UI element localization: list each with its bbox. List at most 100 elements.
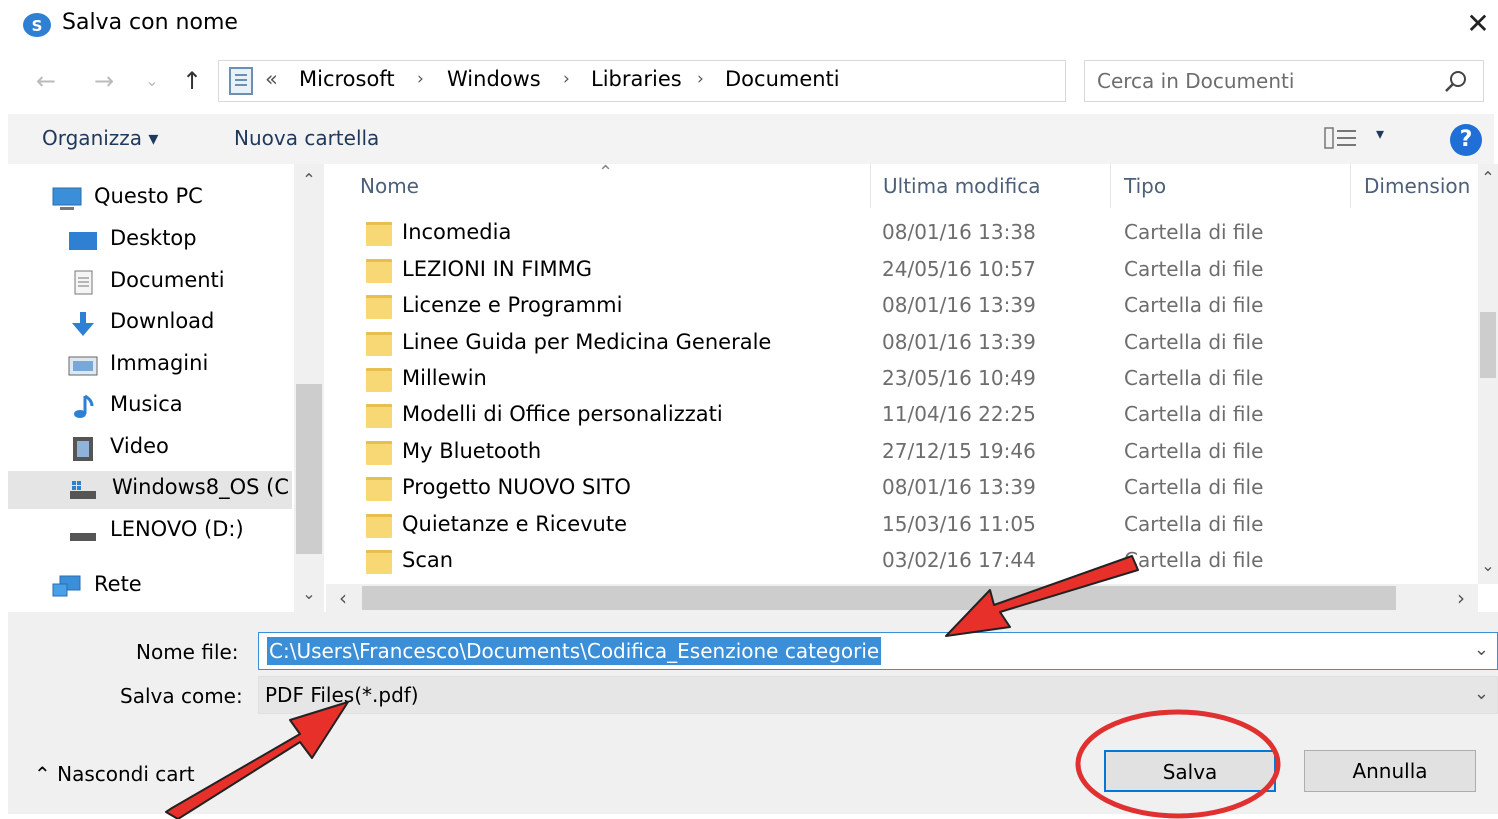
scroll-right-icon[interactable]: ›	[1448, 586, 1474, 610]
file-row[interactable]: Incomedia 08/01/16 13:38 Cartella di file	[326, 216, 1478, 252]
sidebar-item-label: Rete	[94, 572, 142, 596]
chevron-down-icon[interactable]: ⌄	[1474, 639, 1489, 660]
window-title: Salva con nome	[62, 10, 238, 35]
file-modified: 15/03/16 11:05	[882, 512, 1036, 536]
file-modified: 03/02/16 17:44	[882, 548, 1036, 572]
scroll-down-icon[interactable]: ⌄	[296, 584, 322, 603]
column-divider[interactable]	[870, 164, 871, 208]
horizontal-scroll-thumb[interactable]	[362, 586, 1396, 610]
column-header-size[interactable]: Dimension	[1364, 174, 1470, 198]
sidebar-item-windows8-os[interactable]: Windows8_OS (C	[8, 471, 292, 509]
column-divider[interactable]	[1350, 164, 1351, 208]
sidebar-item-immagini[interactable]: Immagini	[68, 347, 292, 385]
file-modified: 08/01/16 13:39	[882, 475, 1036, 499]
filename-label: Nome file:	[136, 640, 239, 664]
forward-button[interactable]: →	[88, 64, 120, 98]
filename-input[interactable]: C:\Users\Francesco\Documents\Codifica_Es…	[267, 637, 882, 665]
file-row[interactable]: Scan 03/02/16 17:44 Cartella di file	[326, 544, 1478, 580]
breadcrumb-overflow[interactable]: «	[265, 67, 278, 91]
folder-icon	[366, 259, 392, 283]
sidebar-item-label: Windows8_OS (C	[112, 475, 289, 499]
scroll-down-icon[interactable]: ⌄	[1475, 556, 1498, 575]
file-type: Cartella di file	[1124, 439, 1264, 463]
organize-button[interactable]: Organizza ▾	[42, 126, 158, 150]
drive-c-icon	[70, 481, 96, 499]
file-modified: 08/01/16 13:39	[882, 293, 1036, 317]
column-header-type[interactable]: Tipo	[1124, 174, 1166, 198]
sidebar-item-questo-pc[interactable]: Questo PC	[52, 180, 292, 218]
sidebar-scroll-thumb[interactable]	[296, 384, 322, 554]
sidebar-item-musica[interactable]: Musica	[68, 388, 292, 426]
search-input[interactable]	[1097, 67, 1427, 95]
file-modified: 27/12/15 19:46	[882, 439, 1036, 463]
search-icon[interactable]	[1443, 69, 1469, 95]
folder-icon	[366, 441, 392, 465]
file-row[interactable]: My Bluetooth 27/12/15 19:46 Cartella di fi…	[326, 435, 1478, 471]
view-options-icon[interactable]	[1324, 126, 1358, 150]
sidebar-item-documenti[interactable]: Documenti	[68, 264, 292, 302]
address-bar[interactable]: « Microsoft › Windows › Libraries › Docu…	[218, 60, 1267, 102]
new-folder-button[interactable]: Nuova cartella	[234, 126, 379, 150]
back-button[interactable]: ←	[30, 64, 62, 98]
column-divider[interactable]	[1110, 164, 1111, 208]
save-form: Nome file: C:\Users\Francesco\Documents\…	[8, 612, 1498, 814]
column-header-modified[interactable]: Ultima modifica	[883, 174, 1041, 198]
breadcrumb-separator[interactable]: ›	[417, 69, 424, 89]
file-row[interactable]: Progetto NUOVO SITO 08/01/16 13:39 Cartell…	[326, 471, 1478, 507]
savetype-value: PDF Files(*.pdf)	[265, 683, 419, 707]
file-name: Scan	[402, 548, 454, 572]
sidebar-scrollbar[interactable]: ⌃ ⌄	[294, 164, 324, 612]
file-row[interactable]: Quietanze e Ricevute 15/03/16 11:05 Cartel…	[326, 508, 1478, 544]
file-modified: 08/01/16 13:38	[882, 220, 1036, 244]
folder-icon	[366, 550, 392, 574]
help-icon[interactable]: ?	[1450, 124, 1482, 156]
command-toolbar: Organizza ▾ Nuova cartella ▾ ?	[8, 114, 1494, 164]
search-box[interactable]	[1084, 60, 1484, 102]
filename-combobox[interactable]: C:\Users\Francesco\Documents\Codifica_Es…	[258, 632, 1498, 670]
file-row[interactable]: Linee Guida per Medicina Generale 08/01/1…	[326, 326, 1478, 362]
save-button[interactable]: Salva	[1104, 750, 1276, 792]
sidebar-item-label: Immagini	[110, 351, 209, 375]
sidebar-item-download[interactable]: Download	[68, 305, 292, 343]
breadcrumb-libraries[interactable]: Libraries	[591, 67, 682, 91]
breadcrumb-separator[interactable]: ›	[563, 69, 570, 89]
sidebar-item-lenovo[interactable]: LENOVO (D:)	[68, 513, 292, 551]
svg-text:S: S	[32, 17, 43, 35]
sidebar-item-video[interactable]: Video	[68, 430, 292, 468]
folder-icon	[366, 514, 392, 538]
up-button[interactable]: ↑	[176, 64, 208, 98]
breadcrumb-microsoft[interactable]: Microsoft	[299, 67, 395, 91]
sidebar-item-desktop[interactable]: Desktop	[68, 222, 292, 260]
scroll-up-icon[interactable]: ⌃	[1475, 168, 1498, 187]
file-row[interactable]: Millewin 23/05/16 10:49 Cartella di file	[326, 362, 1478, 398]
cancel-button[interactable]: Annulla	[1304, 750, 1476, 792]
hide-folders-toggle[interactable]: ⌃ Nascondi cart	[34, 762, 195, 786]
savetype-label: Salva come:	[120, 684, 243, 708]
breadcrumb-windows[interactable]: Windows	[447, 67, 541, 91]
recent-locations-button[interactable]: ⌄	[136, 64, 168, 98]
file-row[interactable]: LEZIONI IN FIMMG 24/05/16 10:57 Cartella d…	[326, 253, 1478, 289]
file-name: Millewin	[402, 366, 487, 390]
file-row[interactable]: Modelli di Office personalizzati 11/04/16…	[326, 398, 1478, 434]
file-type: Cartella di file	[1124, 402, 1264, 426]
view-dropdown-icon[interactable]: ▾	[1376, 124, 1384, 143]
chevron-down-icon[interactable]: ⌄	[1474, 683, 1489, 704]
savetype-select[interactable]: PDF Files(*.pdf) ⌄	[258, 676, 1498, 714]
file-name: Incomedia	[402, 220, 512, 244]
file-row[interactable]: Licenze e Programmi 08/01/16 13:39 Cartell…	[326, 289, 1478, 325]
column-header-name[interactable]: Nome	[360, 174, 419, 198]
scroll-left-icon[interactable]: ‹	[330, 586, 356, 610]
file-name: LEZIONI IN FIMMG	[402, 257, 593, 281]
breadcrumb-documenti[interactable]: Documenti	[725, 67, 840, 91]
vertical-scroll-thumb[interactable]	[1480, 312, 1496, 378]
file-name: Licenze e Programmi	[402, 293, 623, 317]
breadcrumb-separator[interactable]: ›	[697, 69, 704, 89]
sort-indicator-icon: ⌃	[598, 162, 614, 183]
sidebar-item-rete[interactable]: Rete	[52, 568, 292, 606]
file-list-horizontal-scrollbar[interactable]: ‹ ›	[326, 584, 1478, 612]
close-button[interactable]: ✕	[1462, 8, 1494, 40]
navigation-pane: Questo PC Desktop Documenti Download Imm…	[8, 164, 324, 612]
scroll-up-icon[interactable]: ⌃	[296, 170, 322, 189]
file-modified: 23/05/16 10:49	[882, 366, 1036, 390]
file-list-vertical-scrollbar[interactable]: ⌃ ⌄	[1478, 164, 1498, 584]
